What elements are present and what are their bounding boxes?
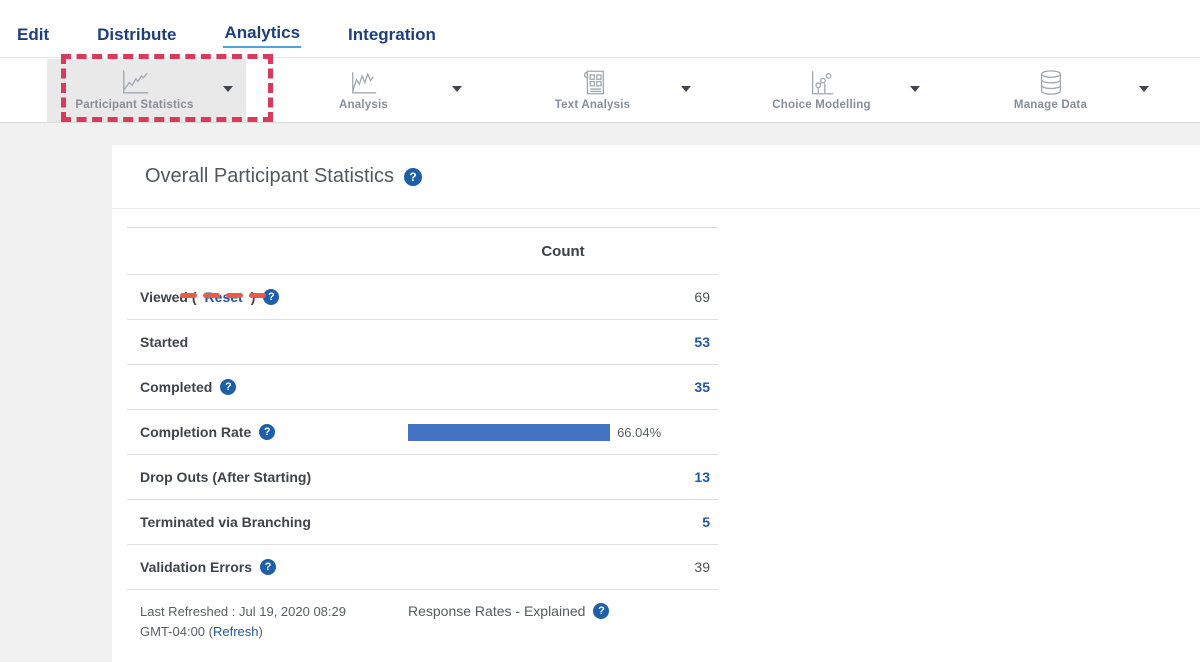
top-nav: Edit Distribute Analytics Integration bbox=[0, 0, 1200, 57]
count-column-header: Count bbox=[408, 243, 718, 260]
row-label: Validation Errors ? bbox=[127, 559, 408, 575]
response-rates-explained: Response Rates - Explained ? bbox=[408, 602, 718, 619]
table-row-started: Started 53 bbox=[127, 320, 718, 365]
participant-statistics-table: Count Viewed ( Reset ) ? 69 Started 53 C… bbox=[127, 227, 718, 652]
count-value-link[interactable]: 5 bbox=[408, 514, 718, 530]
help-icon[interactable]: ? bbox=[263, 289, 279, 305]
chevron-down-icon[interactable] bbox=[452, 86, 462, 92]
table-row-completed: Completed ? 35 bbox=[127, 365, 718, 410]
toolbar-item-analysis[interactable]: Analysis bbox=[249, 58, 478, 122]
completion-rate-cell: 66.04% bbox=[408, 424, 718, 441]
database-icon bbox=[1036, 69, 1066, 96]
table-row-validation-errors: Validation Errors ? 39 bbox=[127, 545, 718, 590]
help-icon[interactable]: ? bbox=[220, 379, 236, 395]
refresh-link[interactable]: Refresh bbox=[213, 624, 259, 639]
row-label: Completed ? bbox=[127, 379, 408, 395]
count-value-link[interactable]: 13 bbox=[408, 469, 718, 485]
help-icon[interactable]: ? bbox=[260, 559, 276, 575]
nav-tab-analytics[interactable]: Analytics bbox=[223, 23, 301, 48]
response-rates-text: Response Rates - Explained bbox=[408, 603, 585, 619]
row-label: Drop Outs (After Starting) bbox=[127, 469, 408, 485]
toolbar-item-label: Participant Statistics bbox=[75, 99, 193, 111]
toolbar-item-label: Manage Data bbox=[1014, 99, 1087, 111]
table-footer-row: Last Refreshed : Jul 19, 2020 08:29 GMT-… bbox=[127, 590, 718, 652]
row-label-text: Validation Errors bbox=[140, 559, 252, 575]
help-icon[interactable]: ? bbox=[404, 168, 422, 186]
count-value-link[interactable]: 35 bbox=[408, 379, 718, 395]
newspaper-icon bbox=[578, 69, 608, 96]
row-label-suffix: ) bbox=[251, 289, 256, 305]
last-refreshed-line2-suffix: ) bbox=[259, 624, 263, 639]
row-label-text: Drop Outs (After Starting) bbox=[140, 469, 311, 485]
toolbar-item-choice-modelling[interactable]: Choice Modelling bbox=[707, 58, 936, 122]
row-label-text: Terminated via Branching bbox=[140, 514, 311, 530]
last-refreshed-line1: Last Refreshed : Jul 19, 2020 08:29 bbox=[140, 604, 346, 619]
nav-tab-integration[interactable]: Integration bbox=[347, 25, 437, 48]
nav-tab-edit[interactable]: Edit bbox=[16, 25, 50, 48]
card-header: Overall Participant Statistics ? bbox=[112, 145, 1200, 209]
content-card: Overall Participant Statistics ? Count V… bbox=[112, 145, 1200, 662]
zigzag-chart-icon bbox=[349, 69, 379, 96]
toolbar-item-text-analysis[interactable]: Text Analysis bbox=[478, 58, 707, 122]
row-label: Viewed ( Reset ) ? bbox=[127, 289, 408, 305]
chevron-down-icon[interactable] bbox=[910, 86, 920, 92]
table-header-row: Count bbox=[127, 228, 718, 275]
row-label-text: Started bbox=[140, 334, 188, 350]
chevron-down-icon[interactable] bbox=[223, 86, 233, 92]
row-label-text: Completed bbox=[140, 379, 212, 395]
row-label-text: Viewed ( bbox=[140, 289, 197, 305]
page-title: Overall Participant Statistics bbox=[145, 165, 394, 188]
table-row-completion-rate: Completion Rate ? 66.04% bbox=[127, 410, 718, 455]
chevron-down-icon[interactable] bbox=[1139, 86, 1149, 92]
reset-link[interactable]: Reset bbox=[205, 289, 243, 305]
analytics-toolbar: Participant Statistics Analysis Te bbox=[0, 57, 1200, 123]
completion-rate-bar bbox=[408, 424, 610, 441]
table-row-drop-outs: Drop Outs (After Starting) 13 bbox=[127, 455, 718, 500]
last-refreshed-line2-prefix: GMT-04:00 ( bbox=[140, 624, 213, 639]
chevron-down-icon[interactable] bbox=[681, 86, 691, 92]
annotation-box bbox=[61, 54, 273, 122]
row-label: Started bbox=[127, 334, 408, 350]
count-value: 69 bbox=[408, 289, 718, 305]
toolbar-item-label: Analysis bbox=[339, 99, 388, 111]
table-row-terminated: Terminated via Branching 5 bbox=[127, 500, 718, 545]
row-label: Terminated via Branching bbox=[127, 514, 408, 530]
help-icon[interactable]: ? bbox=[593, 603, 609, 619]
toolbar-item-label: Text Analysis bbox=[555, 99, 630, 111]
nav-tab-distribute[interactable]: Distribute bbox=[96, 25, 177, 48]
line-chart-icon bbox=[120, 69, 150, 96]
toolbar-item-manage-data[interactable]: Manage Data bbox=[936, 58, 1165, 122]
toolbar-item-participant-statistics[interactable]: Participant Statistics bbox=[20, 58, 249, 122]
toolbar-item-label: Choice Modelling bbox=[772, 99, 870, 111]
last-refreshed-text: Last Refreshed : Jul 19, 2020 08:29 GMT-… bbox=[127, 602, 408, 642]
table-row-viewed: Viewed ( Reset ) ? 69 bbox=[127, 275, 718, 320]
count-value-link[interactable]: 53 bbox=[408, 334, 718, 350]
count-value: 39 bbox=[408, 559, 718, 575]
row-label: Completion Rate ? bbox=[127, 424, 408, 440]
row-label-text: Completion Rate bbox=[140, 424, 251, 440]
scatter-chart-icon bbox=[807, 69, 837, 96]
completion-rate-value: 66.04% bbox=[617, 425, 661, 440]
help-icon[interactable]: ? bbox=[259, 424, 275, 440]
